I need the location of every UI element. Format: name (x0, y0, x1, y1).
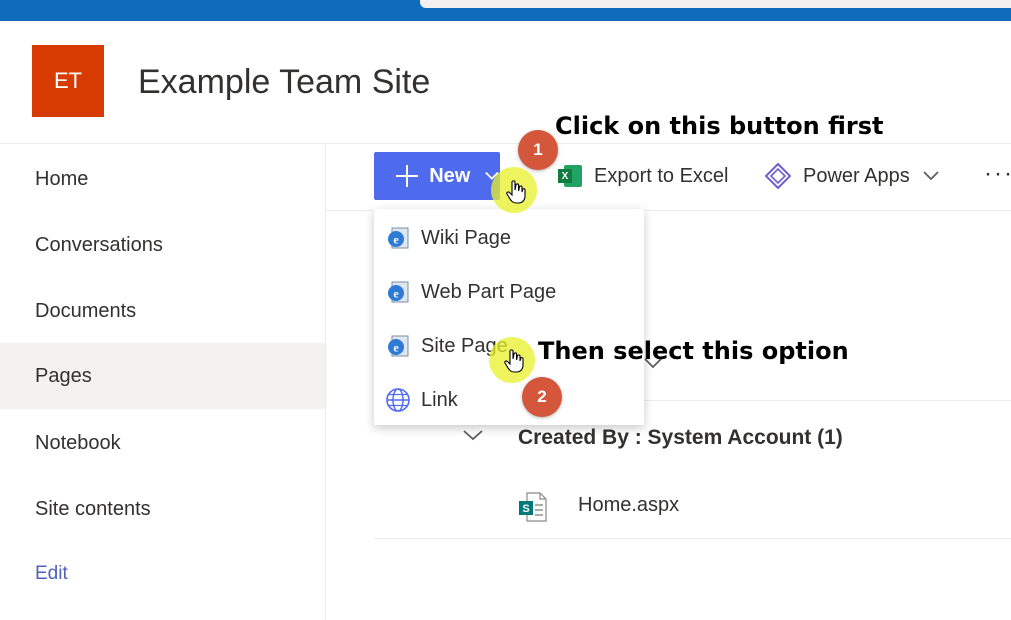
svg-text:e: e (393, 341, 399, 355)
nav-item-label: Documents (35, 299, 137, 322)
nav-item-home[interactable]: Home (0, 146, 325, 212)
export-to-excel-button[interactable]: X Export to Excel (558, 152, 729, 200)
svg-text:e: e (393, 287, 399, 301)
plus-icon (396, 165, 419, 187)
new-button-label: New (429, 164, 471, 187)
nav-item-label: Site contents (35, 497, 151, 520)
step-2-badge: 2 (522, 377, 562, 417)
left-navigation: Home Conversations Documents Pages Noteb… (0, 144, 326, 620)
site-title[interactable]: Example Team Site (138, 63, 430, 102)
nav-item-notebook[interactable]: Notebook (0, 410, 325, 476)
menu-item-label: Link (421, 388, 458, 411)
menu-item-label: Web Part Page (421, 280, 557, 303)
export-label: Export to Excel (594, 164, 729, 187)
step-2-callout: Then select this option (538, 337, 849, 365)
sharepoint-page-icon: S (519, 492, 547, 522)
nav-item-documents[interactable]: Documents (0, 278, 325, 344)
table-row[interactable] (374, 476, 1011, 539)
page-icon: e (385, 333, 411, 359)
page-icon: e (385, 279, 411, 305)
nav-item-conversations[interactable]: Conversations (0, 212, 325, 278)
nav-edit-label: Edit (35, 563, 68, 584)
group-title: Created By : System Account (1) (518, 426, 843, 449)
svg-text:e: e (393, 233, 399, 247)
hand-cursor-icon (504, 349, 524, 373)
nav-item-label: Home (35, 167, 89, 190)
power-apps-icon (765, 163, 791, 189)
page-icon: e (385, 225, 411, 251)
menu-item-web-part-page[interactable]: e Web Part Page (374, 265, 644, 319)
power-apps-button[interactable]: Power Apps (765, 152, 940, 200)
globe-icon (385, 387, 411, 413)
suite-bar (0, 0, 1011, 21)
more-options-button[interactable]: ··· (984, 160, 1011, 188)
new-button[interactable]: New (374, 152, 500, 200)
excel-icon: X (558, 165, 582, 187)
step-1-callout: Click on this button first (555, 112, 884, 140)
file-name-link[interactable]: Home.aspx (578, 494, 679, 517)
nav-item-pages[interactable]: Pages (0, 343, 325, 409)
menu-item-label: Wiki Page (421, 226, 512, 249)
power-apps-label: Power Apps (803, 164, 910, 187)
nav-item-label: Pages (35, 364, 92, 387)
step-1-badge: 1 (518, 130, 558, 170)
nav-item-site-contents[interactable]: Site contents (0, 476, 325, 542)
search-box[interactable] (420, 0, 1011, 8)
nav-edit-link[interactable]: Edit (0, 541, 325, 607)
menu-item-wiki-page[interactable]: e Wiki Page (374, 211, 644, 265)
new-dropdown-menu: e Wiki Page e Web Part Page e Site Page (374, 209, 644, 425)
site-logo[interactable]: ET (32, 45, 104, 117)
chevron-down-icon (923, 171, 939, 181)
svg-text:S: S (522, 503, 529, 515)
chevron-down-icon[interactable] (462, 428, 484, 442)
nav-item-label: Conversations (35, 233, 163, 256)
hand-cursor-icon (506, 180, 526, 204)
nav-item-label: Notebook (35, 431, 121, 454)
